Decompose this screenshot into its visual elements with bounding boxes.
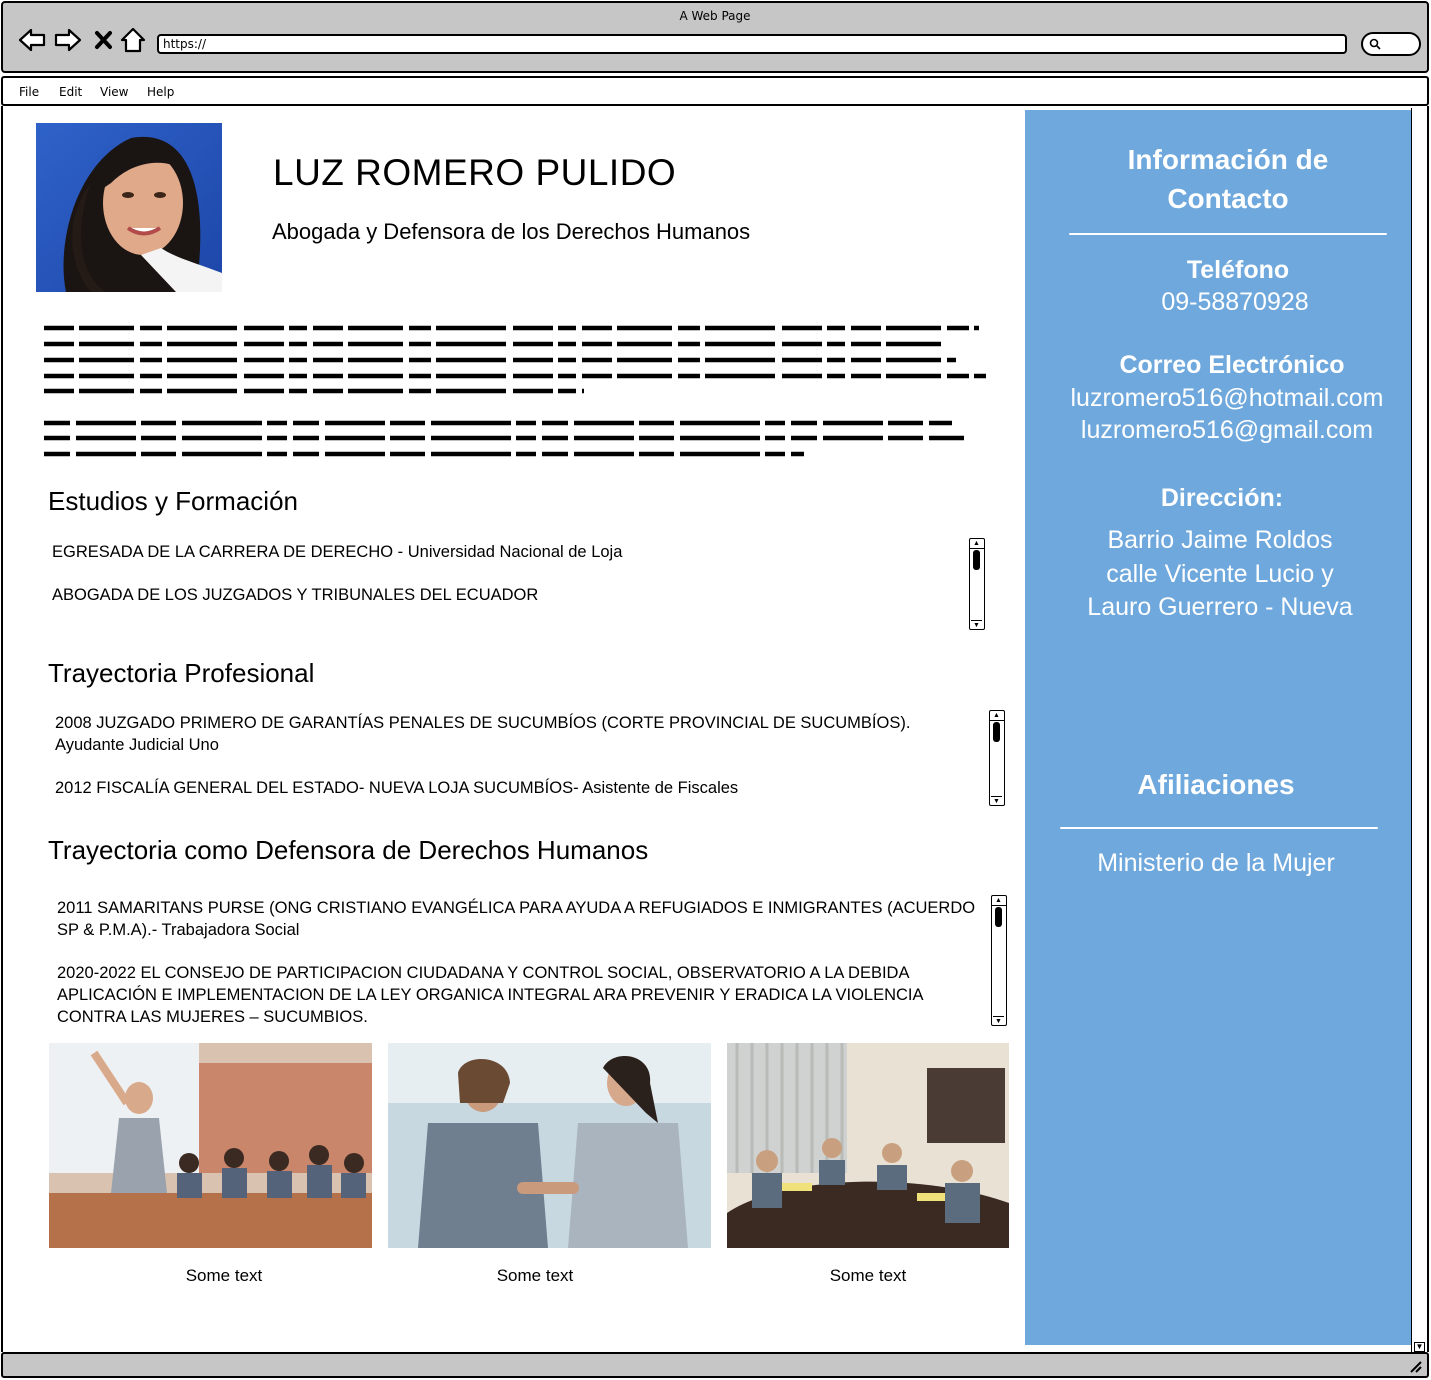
profile-role: Abogada y Defensora de los Derechos Huma… [272,219,751,244]
scroll-up-icon[interactable]: ▲ [993,896,1004,905]
search-icon [1369,38,1381,50]
career-list[interactable]: 2008 JUZGADO PRIMERO DE GARANTÍAS PENALE… [55,712,980,820]
scroll-down-icon[interactable]: ▼ [993,1016,1004,1025]
scroll-down-icon[interactable]: ▼ [1414,1342,1425,1352]
list-item: 2012 FISCALÍA GENERAL DEL ESTADO- NUEVA … [55,779,739,797]
status-bar [1,1352,1429,1378]
profile-name: LUZ ROMERO PULIDO [273,152,677,193]
window-title: A Web Page [679,9,751,23]
address-bar[interactable]: https:// [157,34,1347,54]
scroll-down-icon[interactable]: ▼ [991,796,1002,805]
menu-help[interactable]: Help [147,85,174,99]
gallery-caption-2: Some text [496,1266,574,1285]
gallery-image-meeting [727,1043,1009,1248]
email-value-1: luzromero516@hotmail.com [1070,384,1384,412]
placeholder-paragraph-2 [44,418,989,460]
scroll-up-icon[interactable]: ▲ [991,711,1002,720]
affiliation-item: Ministerio de la Mujer [1097,849,1335,877]
rights-scrollbar[interactable]: ▲ ▼ [991,895,1007,1026]
affiliations-heading: Afiliaciones [1137,769,1295,800]
gallery-caption-3: Some text [829,1266,907,1285]
rights-heading: Trayectoria como Defensora de Derechos H… [48,835,649,865]
stop-close-icon[interactable] [89,25,119,55]
scroll-down-icon[interactable]: ▼ [971,620,982,629]
divider [1069,233,1387,235]
list-item: EGRESADA DE LA CARRERA DE DERECHO - Univ… [52,543,623,561]
gallery-caption-1: Some text [185,1266,263,1285]
career-scrollbar[interactable]: ▲ ▼ [989,710,1005,806]
profile-photo [36,123,222,292]
placeholder-paragraph-1 [44,322,989,396]
list-item: 2008 JUZGADO PRIMERO DE GARANTÍAS PENALE… [55,714,911,754]
menu-edit[interactable]: Edit [59,85,82,99]
phone-value: 09-58870928 [1161,288,1309,316]
menu-file[interactable]: File [19,85,39,99]
studies-heading: Estudios y Formación [48,486,298,516]
studies-scrollbar[interactable]: ▲ ▼ [969,538,985,630]
gallery-image-speaker [49,1043,372,1248]
rights-list[interactable]: 2011 SAMARITANS PURSE (ONG CRISTIANO EVA… [57,897,982,1049]
scroll-up-icon[interactable]: ▲ [971,539,982,548]
address-line-1: Barrio Jaime Roldos [1107,526,1333,554]
email-label: Correo Electrónico [1119,351,1345,379]
phone-label: Teléfono [1186,256,1290,284]
studies-list[interactable]: EGRESADA DE LA CARRERA DE DERECHO - Univ… [52,541,952,627]
home-icon[interactable] [118,25,148,55]
list-item: ABOGADA DE LOS JUZGADOS Y TRIBUNALES DEL… [52,586,539,604]
email-value-2: luzromero516@gmail.com [1080,416,1374,444]
address-line-2: calle Vicente Lucio y [1106,560,1334,588]
browser-search-box[interactable] [1361,32,1421,56]
gallery-image-handshake [388,1043,711,1248]
contact-heading: Información de Contacto [1127,144,1329,214]
back-arrow-icon[interactable] [17,25,47,55]
address-label: Dirección: [1160,484,1284,512]
list-item: 2020-2022 EL CONSEJO DE PARTICIPACION CI… [57,964,923,1026]
scroll-thumb[interactable] [993,722,1000,742]
list-item: 2011 SAMARITANS PURSE (ONG CRISTIANO EVA… [57,899,976,939]
menu-view[interactable]: View [100,85,128,99]
scroll-thumb[interactable] [995,907,1002,927]
menu-bar: File Edit View Help [1,76,1429,106]
career-heading: Trayectoria Profesional [48,658,315,688]
divider [1060,827,1378,829]
forward-arrow-icon[interactable] [53,25,83,55]
address-line-3: Lauro Guerrero - Nueva [1087,593,1353,621]
contact-sidebar: Información de Contacto Teléfono 09-5887… [1025,110,1411,1345]
scroll-thumb[interactable] [973,550,980,570]
browser-toolbar: A Web Page https:// [1,1,1429,73]
resize-grip-icon[interactable] [1407,1358,1423,1374]
